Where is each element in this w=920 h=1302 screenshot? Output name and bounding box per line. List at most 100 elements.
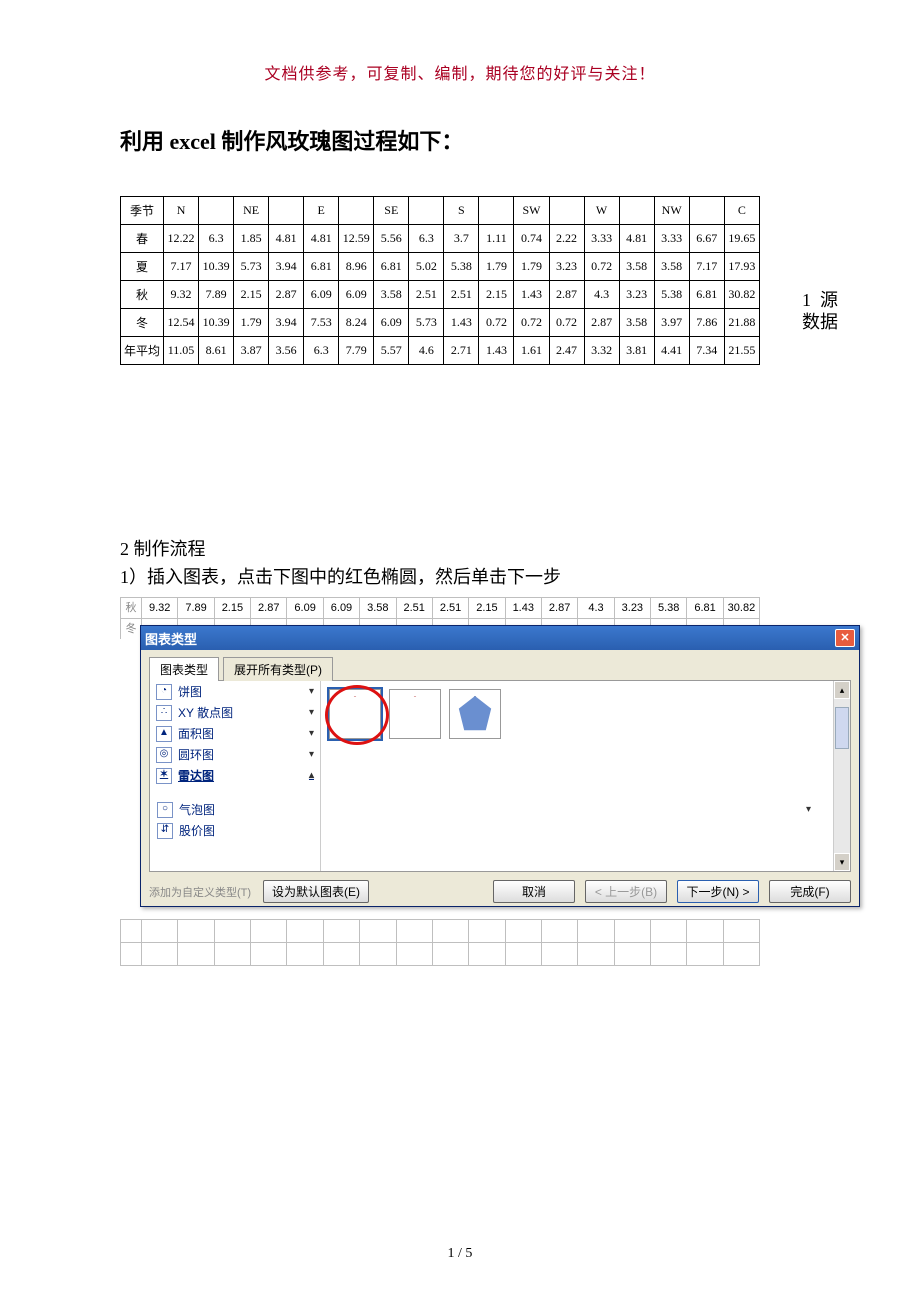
cell[interactable] [178, 943, 214, 965]
data-cell: 6.3 [304, 337, 339, 365]
chevron-down-icon[interactable]: ▾ [309, 707, 314, 718]
col-header [409, 197, 444, 225]
scroll-down-icon[interactable]: ▾ [834, 853, 850, 871]
cell[interactable] [397, 943, 433, 965]
cell[interactable]: 9.32 [142, 598, 178, 618]
type-doughnut[interactable]: ◎圆环图▾ [150, 744, 320, 765]
cell[interactable]: 2.87 [542, 598, 578, 618]
data-cell: 6.81 [304, 253, 339, 281]
cell[interactable] [360, 943, 396, 965]
cell[interactable] [178, 920, 214, 942]
cell[interactable]: 4.3 [578, 598, 614, 618]
data-cell: 10.39 [199, 309, 234, 337]
cell[interactable] [433, 943, 469, 965]
tab-chart-types[interactable]: 图表类型 [149, 657, 219, 681]
cell[interactable] [215, 943, 251, 965]
cell[interactable] [433, 920, 469, 942]
type-area[interactable]: ▲面积图▾ [150, 723, 320, 744]
cell[interactable]: 7.89 [178, 598, 214, 618]
cell[interactable] [724, 920, 760, 942]
pie-icon: ◔ [156, 684, 172, 700]
chevron-up-icon[interactable]: ▴ [309, 770, 314, 781]
cell[interactable]: 3.23 [615, 598, 651, 618]
cancel-button[interactable]: 取消 [493, 880, 575, 903]
cell[interactable] [469, 920, 505, 942]
close-icon[interactable]: ✕ [835, 629, 855, 647]
data-cell: 6.09 [374, 309, 409, 337]
cell[interactable] [506, 920, 542, 942]
finish-button[interactable]: 完成(F) [769, 880, 851, 903]
data-cell: 7.86 [689, 309, 724, 337]
table-row: 秋9.327.892.152.876.096.093.582.512.512.1… [121, 281, 760, 309]
data-cell: 5.73 [409, 309, 444, 337]
type-stock[interactable]: ⇵股价图 [151, 820, 817, 841]
scroll-up-icon[interactable]: ▴ [834, 681, 850, 699]
tab-expand-all[interactable]: 展开所有类型(P) [223, 657, 333, 681]
cell[interactable] [542, 943, 578, 965]
data-cell: 1.43 [444, 309, 479, 337]
cell[interactable] [687, 943, 723, 965]
cell[interactable]: 2.15 [469, 598, 505, 618]
cell[interactable] [724, 943, 760, 965]
cell[interactable]: 1.43 [506, 598, 542, 618]
data-cell: 6.81 [689, 281, 724, 309]
type-scatter[interactable]: ∴XY 散点图▾ [150, 702, 320, 723]
cell[interactable] [469, 943, 505, 965]
cell[interactable] [578, 943, 614, 965]
cell[interactable] [142, 920, 178, 942]
cell[interactable] [287, 943, 323, 965]
cell[interactable]: 6.09 [324, 598, 360, 618]
cell[interactable]: 2.15 [215, 598, 251, 618]
chevron-down-icon[interactable]: ▾ [806, 804, 811, 815]
cell[interactable]: 2.51 [433, 598, 469, 618]
cell[interactable]: 5.38 [651, 598, 687, 618]
cell[interactable] [287, 920, 323, 942]
chevron-down-icon[interactable]: ▾ [309, 749, 314, 760]
chevron-down-icon[interactable]: ▾ [309, 686, 314, 697]
set-default-chart-button[interactable]: 设为默认图表(E) [263, 880, 369, 903]
cell[interactable]: 6.09 [287, 598, 323, 618]
data-cell: 8.61 [199, 337, 234, 365]
cell[interactable]: 2.51 [397, 598, 433, 618]
cell[interactable] [324, 943, 360, 965]
data-cell: 7.34 [689, 337, 724, 365]
add-custom-type-button[interactable]: 添加为自定义类型(T) [149, 884, 253, 900]
chevron-down-icon[interactable]: ▾ [309, 728, 314, 739]
cell[interactable] [651, 920, 687, 942]
radar-subtype-2[interactable] [389, 689, 441, 739]
next-button[interactable]: 下一步(N) > [677, 880, 759, 903]
cell[interactable] [506, 943, 542, 965]
cell[interactable] [397, 920, 433, 942]
radar-subtype-3[interactable] [449, 689, 501, 739]
type-pie[interactable]: ◔饼图▾ [150, 681, 320, 702]
cell[interactable] [324, 920, 360, 942]
cell[interactable] [615, 920, 651, 942]
type-radar[interactable]: ✶雷达图▴ [150, 765, 320, 786]
cell[interactable] [615, 943, 651, 965]
data-cell: 4.81 [304, 225, 339, 253]
cell[interactable] [215, 920, 251, 942]
scroll-thumb[interactable] [835, 707, 849, 749]
dialog-titlebar[interactable]: 图表类型 ✕ [141, 626, 859, 650]
row-head: 秋 [121, 598, 142, 618]
data-cell: 17.93 [724, 253, 759, 281]
table-header-row: 季节NNEESESSWWNWC [121, 197, 760, 225]
cell[interactable]: 2.87 [251, 598, 287, 618]
cell[interactable] [651, 943, 687, 965]
data-cell: 1.79 [234, 309, 269, 337]
data-cell: 5.38 [444, 253, 479, 281]
cell[interactable]: 6.81 [687, 598, 723, 618]
cell[interactable] [542, 920, 578, 942]
type-bubble[interactable]: ○气泡图▾ [151, 799, 817, 820]
cell[interactable] [251, 943, 287, 965]
cell[interactable] [360, 920, 396, 942]
cell[interactable] [578, 920, 614, 942]
cell[interactable] [142, 943, 178, 965]
type-list-scrollbar[interactable]: ▴ ▾ [833, 681, 850, 871]
radar-subtype-1[interactable] [329, 689, 381, 739]
cell[interactable] [251, 920, 287, 942]
cell[interactable]: 30.82 [724, 598, 760, 618]
cell[interactable]: 3.58 [360, 598, 396, 618]
data-cell: 5.56 [374, 225, 409, 253]
cell[interactable] [687, 920, 723, 942]
